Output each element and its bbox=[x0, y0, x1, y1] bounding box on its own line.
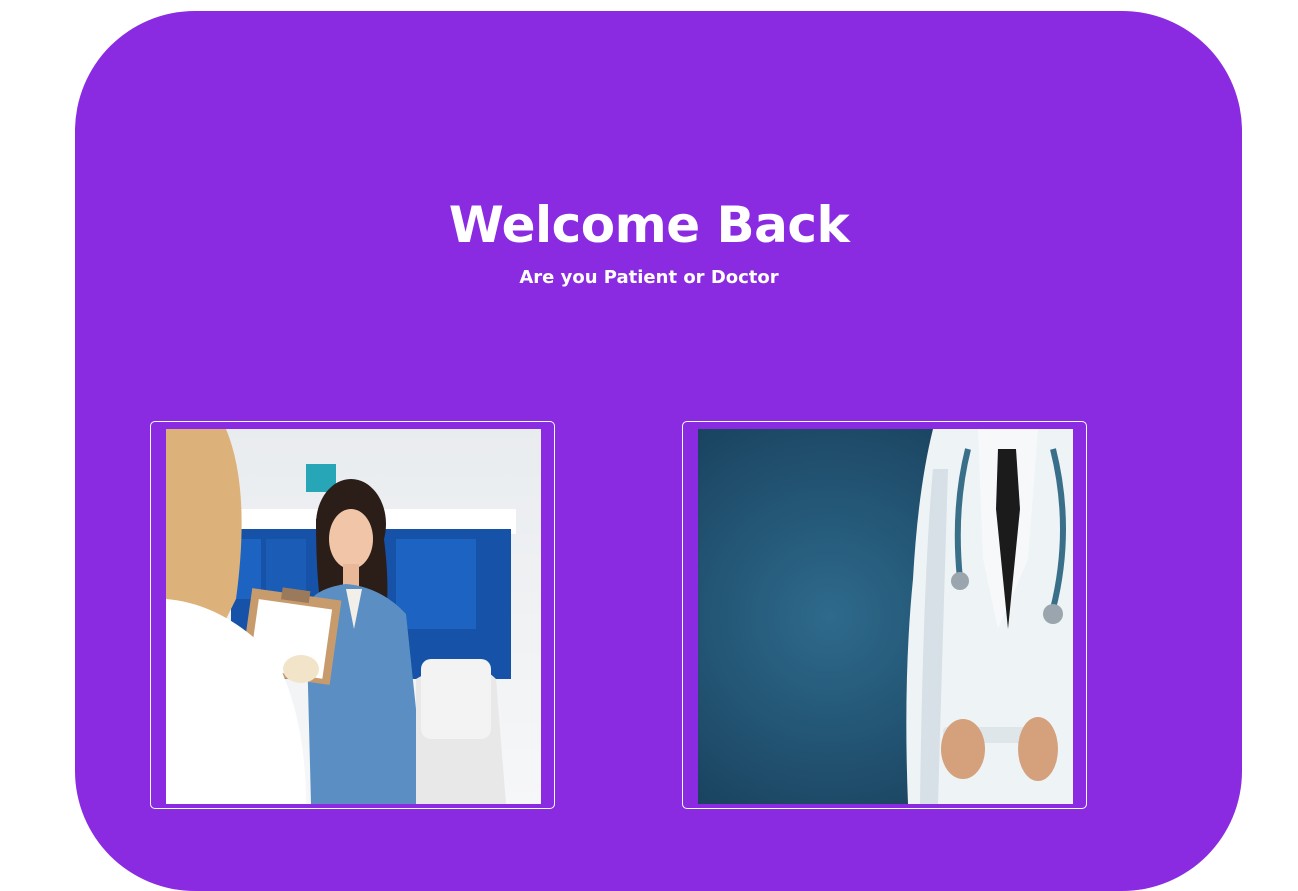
patient-option-card[interactable] bbox=[150, 421, 555, 809]
doctor-photo-icon bbox=[698, 429, 1073, 804]
page-title: Welcome Back bbox=[448, 196, 850, 254]
doctor-option-card[interactable] bbox=[682, 421, 1087, 809]
patient-photo-icon bbox=[166, 429, 541, 804]
page-subtitle: Are you Patient or Doctor bbox=[519, 267, 779, 288]
